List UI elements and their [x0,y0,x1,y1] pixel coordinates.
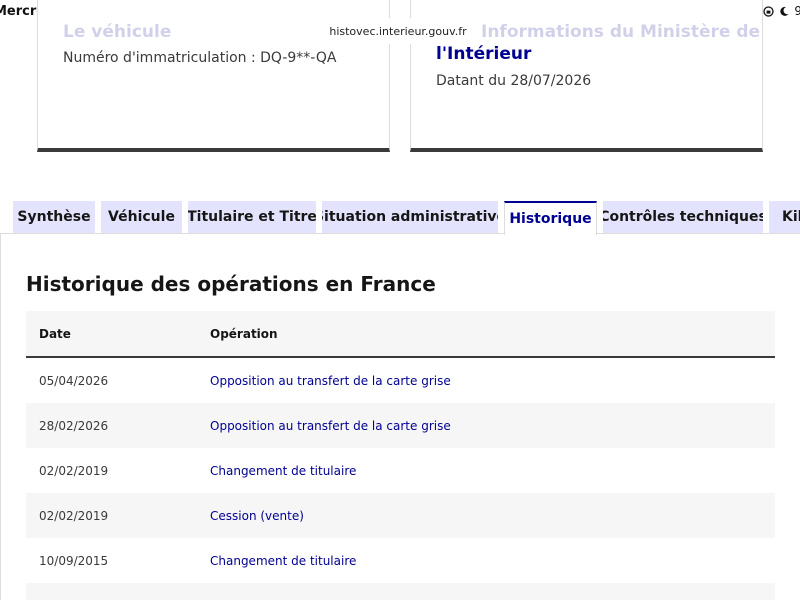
tab-titulaire-titre[interactable]: Titulaire et Titre [188,201,316,233]
table-row: 02/02/2019 Changement de titulaire [26,448,775,493]
tab-historique[interactable]: Historique [504,201,597,235]
screen-lock-icon [763,5,775,17]
ministry-card: Informations du Ministère de l'Intérieur… [410,0,763,152]
tab-bar: Synthèse Véhicule Titulaire et Titre Sit… [0,201,800,235]
tab-kilometrage[interactable]: Kilo [769,201,800,233]
table-row: 28/02/2026 Opposition au transfert de la… [26,403,775,448]
url-bar[interactable]: histovec.interieur.gouv.fr [329,18,467,44]
ministry-card-title: l'Intérieur [436,44,532,64]
column-header-date: Date [39,326,71,341]
column-header-operation: Opération [210,326,278,341]
vehicle-card-title: Le véhicule [63,22,172,42]
table-row: 02/02/2019 Cession (vente) [26,493,775,538]
table-row: 05/04/2026 Opposition au transfert de la… [26,358,775,403]
history-table: Date Opération 05/04/2026 Opposition au … [26,311,775,600]
registration-number: Numéro d'immatriculation : DQ-9**-QA [63,50,337,66]
tab-synthese[interactable]: Synthèse [13,201,95,233]
row-operation: Changement de titulaire [210,553,357,568]
tab-situation-administrative[interactable]: Situation administrative [322,201,498,233]
row-date: 02/02/2019 [39,508,109,523]
tab-vehicule[interactable]: Véhicule [101,201,182,233]
tab-panel-left-border [0,233,1,600]
table-row: 10/09/2015 Changement de titulaire [26,538,775,583]
tab-controles-techniques[interactable]: Contrôles techniques [603,201,763,233]
ministry-card-title-line1: Informations du Ministère de [481,22,761,42]
battery-percent: 9 [794,4,800,18]
row-date: 05/04/2026 [39,373,109,388]
row-operation: Opposition au transfert de la carte gris… [210,418,451,433]
table-row [26,583,775,600]
row-date: 02/02/2019 [39,463,109,478]
row-operation: Opposition au transfert de la carte gris… [210,373,451,388]
moon-icon [780,6,789,16]
row-operation: Cession (vente) [210,508,304,523]
row-date: 28/02/2026 [39,418,109,433]
row-operation: Changement de titulaire [210,463,357,478]
row-date: 10/09/2015 [39,553,109,568]
history-title: Historique des opérations en France [26,272,436,296]
data-date: Datant du 28/07/2026 [436,73,592,89]
table-header: Date Opération [26,311,775,358]
tab-panel-border [0,233,800,234]
